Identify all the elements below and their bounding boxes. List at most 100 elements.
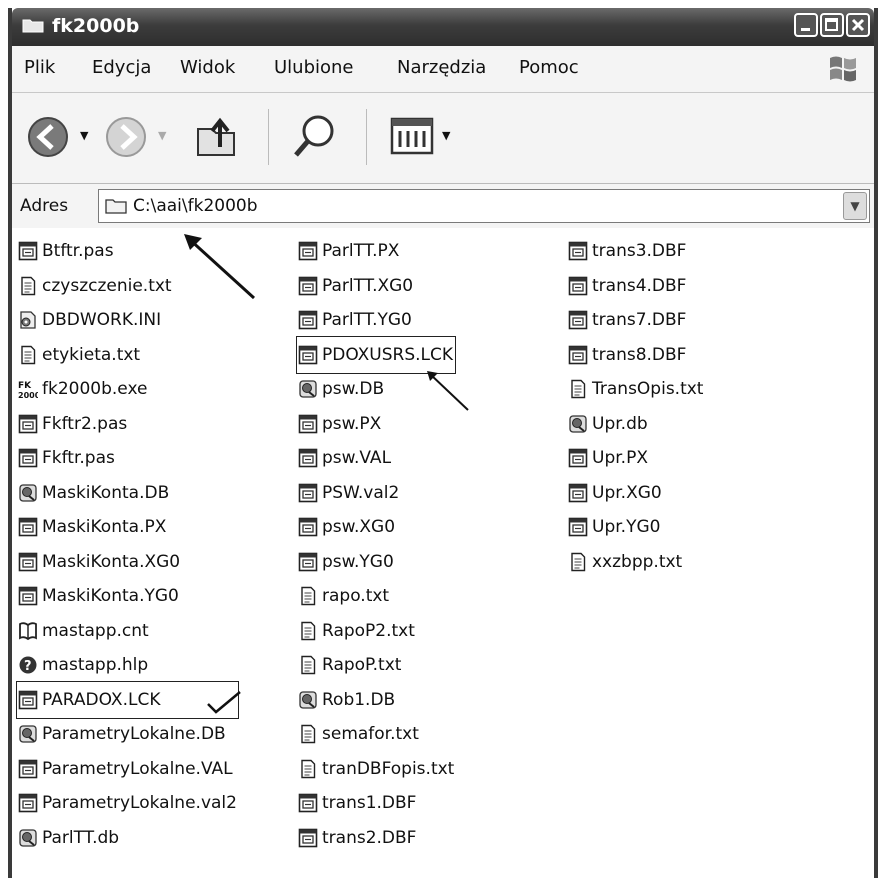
- svg-text:2000: 2000: [18, 391, 38, 399]
- folder-up-icon[interactable]: [192, 111, 242, 161]
- file-item[interactable]: trans3.DBF: [568, 234, 703, 269]
- annotation-arrow: [427, 371, 469, 411]
- app-file-icon: [298, 448, 318, 468]
- file-item[interactable]: MaskiKonta.DB: [18, 476, 237, 511]
- text-file-icon: [568, 379, 588, 399]
- folder-icon: [22, 19, 44, 33]
- file-name: psw.VAL: [322, 448, 392, 469]
- file-item[interactable]: trans7.DBF: [568, 303, 703, 338]
- app-file-icon: [568, 448, 588, 468]
- file-item[interactable]: MaskiKonta.YG0: [18, 579, 237, 614]
- maximize-button[interactable]: [820, 13, 844, 37]
- file-item[interactable]: mastapp.cnt: [18, 614, 237, 649]
- file-name: ParametryLokalne.DB: [42, 724, 226, 745]
- file-name: ParametryLokalne.VAL: [42, 758, 233, 779]
- file-item[interactable]: psw.YG0: [298, 545, 454, 580]
- file-item[interactable]: RapoP.txt: [298, 648, 454, 683]
- file-name: psw.PX: [322, 413, 382, 434]
- db-file-icon: [18, 724, 38, 744]
- file-item[interactable]: semafor.txt: [298, 717, 454, 752]
- menu-edit[interactable]: Edycja: [92, 57, 151, 78]
- file-item[interactable]: ParametryLokalne.VAL: [18, 752, 237, 787]
- file-item[interactable]: etykieta.txt: [18, 338, 237, 373]
- menu-view[interactable]: Widok: [180, 57, 235, 78]
- file-item[interactable]: Upr.db: [568, 407, 703, 442]
- menu-help[interactable]: Pomoc: [519, 57, 579, 78]
- address-input[interactable]: C:\aai\fk2000b ▼: [98, 189, 870, 223]
- file-name: ParlTT.db: [42, 827, 120, 848]
- search-icon[interactable]: [288, 109, 342, 163]
- file-item[interactable]: trans2.DBF: [298, 821, 454, 856]
- file-name: psw.DB: [322, 379, 385, 400]
- file-item[interactable]: rapo.txt: [298, 579, 454, 614]
- file-item[interactable]: Upr.PX: [568, 441, 703, 476]
- file-item[interactable]: ParlTT.YG0: [298, 303, 454, 338]
- menu-tools[interactable]: Narzędzia: [397, 57, 486, 78]
- file-item[interactable]: Upr.YG0: [568, 510, 703, 545]
- file-item[interactable]: MaskiKonta.PX: [18, 510, 237, 545]
- file-name: mastapp.hlp: [42, 655, 149, 676]
- app-file-icon: [298, 345, 318, 365]
- app-file-icon: [298, 828, 318, 848]
- file-item[interactable]: xxzbpp.txt: [568, 545, 703, 580]
- file-name: MaskiKonta.YG0: [42, 586, 179, 607]
- file-item[interactable]: ParametryLokalne.DB: [18, 717, 237, 752]
- file-item[interactable]: RapoP2.txt: [298, 614, 454, 649]
- back-dropdown-icon[interactable]: ▼: [80, 129, 88, 142]
- file-item[interactable]: Fkftr2.pas: [18, 407, 237, 442]
- file-item[interactable]: TransOpis.txt: [568, 372, 703, 407]
- app-file-icon: [18, 448, 38, 468]
- file-item[interactable]: psw.VAL: [298, 441, 454, 476]
- menu-favorites[interactable]: Ulubione: [274, 57, 354, 78]
- explorer-window: fk2000b Plik Edycja Widok Ulubione Narzę…: [8, 8, 878, 878]
- window-title: fk2000b: [52, 15, 140, 37]
- minimize-button[interactable]: [794, 13, 818, 37]
- menu-file[interactable]: Plik: [24, 57, 55, 78]
- file-item[interactable]: ParametryLokalne.val2: [18, 786, 237, 821]
- file-name: mastapp.cnt: [42, 620, 149, 641]
- file-item[interactable]: PDOXUSRS.LCK: [295, 335, 457, 374]
- file-item[interactable]: Rob1.DB: [298, 683, 454, 718]
- file-item[interactable]: DBDWORK.INI: [18, 303, 237, 338]
- file-item[interactable]: ParlTT.PX: [298, 234, 454, 269]
- file-name: Upr.db: [592, 413, 648, 434]
- file-item[interactable]: FK 2000 fk2000b.exe: [18, 372, 237, 407]
- file-item[interactable]: ParlTT.db: [18, 821, 237, 856]
- views-icon[interactable]: [390, 117, 434, 155]
- file-item[interactable]: ParlTT.XG0: [298, 269, 454, 304]
- back-icon[interactable]: [26, 115, 70, 159]
- file-name: MaskiKonta.DB: [42, 482, 170, 503]
- views-dropdown-icon[interactable]: ▼: [442, 129, 450, 142]
- title-bar[interactable]: fk2000b: [12, 8, 874, 46]
- app-file-icon: [18, 690, 38, 710]
- file-name: Fkftr2.pas: [42, 413, 128, 434]
- file-name: trans2.DBF: [322, 827, 417, 848]
- file-name: PDOXUSRS.LCK: [322, 344, 454, 365]
- svg-text:?: ?: [24, 659, 32, 674]
- file-item[interactable]: trans8.DBF: [568, 338, 703, 373]
- file-name: semafor.txt: [322, 724, 419, 745]
- maximize-icon: [825, 18, 838, 31]
- file-item[interactable]: PSW.val2: [298, 476, 454, 511]
- file-item[interactable]: ? mastapp.hlp: [18, 648, 237, 683]
- forward-dropdown-icon[interactable]: ▼: [158, 129, 166, 142]
- text-file-icon: [18, 276, 38, 296]
- file-name: Upr.PX: [592, 448, 648, 469]
- file-item[interactable]: Upr.XG0: [568, 476, 703, 511]
- file-item[interactable]: trans4.DBF: [568, 269, 703, 304]
- file-item[interactable]: tranDBFopis.txt: [298, 752, 454, 787]
- text-file-icon: [298, 759, 318, 779]
- close-button[interactable]: [846, 13, 870, 37]
- file-item[interactable]: Fkftr.pas: [18, 441, 237, 476]
- file-name: trans3.DBF: [592, 241, 687, 262]
- annotation-arrow: [184, 234, 256, 300]
- forward-icon[interactable]: [104, 115, 148, 159]
- address-dropdown-button[interactable]: ▼: [843, 192, 867, 220]
- app-file-icon: [298, 414, 318, 434]
- text-file-icon: [18, 345, 38, 365]
- file-item[interactable]: psw.XG0: [298, 510, 454, 545]
- file-item[interactable]: trans1.DBF: [298, 786, 454, 821]
- file-name: PSW.val2: [322, 482, 400, 503]
- app-file-icon: [568, 276, 588, 296]
- file-item[interactable]: MaskiKonta.XG0: [18, 545, 237, 580]
